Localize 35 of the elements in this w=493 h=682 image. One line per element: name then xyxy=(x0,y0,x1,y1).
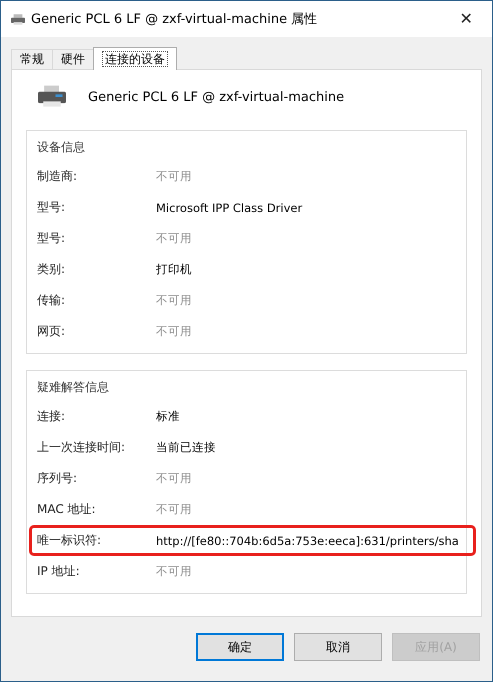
field-label: 传输: xyxy=(37,292,66,309)
printer-icon xyxy=(11,14,25,24)
field-value: 当前已连接 xyxy=(156,440,216,455)
field-label: 型号: xyxy=(37,199,66,216)
field-value: 不可用 xyxy=(156,293,192,308)
tab[interactable]: 连接的设备 xyxy=(93,47,177,70)
field-value: http://[fe80::704b:6d5a:753e:eeca]:631/printers/sha xyxy=(156,534,459,548)
field-value: 不可用 xyxy=(156,231,192,246)
field-value: 不可用 xyxy=(156,502,192,517)
field-value: 标准 xyxy=(156,409,180,424)
field-value: Microsoft IPP Class Driver xyxy=(156,200,302,214)
field-label: 序列号: xyxy=(37,470,78,487)
field-label: 上一次连接时间: xyxy=(37,439,126,456)
device-name: Generic PCL 6 LF @ zxf-virtual-machine xyxy=(88,90,344,104)
field-value: 不可用 xyxy=(156,324,192,339)
group-title: 设备信息 xyxy=(37,139,86,156)
field-label: 唯一标识符: xyxy=(37,532,102,549)
field-label: 型号: xyxy=(37,230,66,247)
field-label: 类别: xyxy=(37,261,66,278)
field-value: 打印机 xyxy=(156,262,192,277)
group-title: 疑难解答信息 xyxy=(37,379,110,396)
field-label: 制造商: xyxy=(37,168,78,185)
field-value: 不可用 xyxy=(156,169,192,184)
field-label: 连接: xyxy=(37,408,66,425)
field-value: 不可用 xyxy=(156,471,192,486)
window-title: Generic PCL 6 LF @ zxf-virtual-machine 属性 xyxy=(31,11,318,28)
field-label: 网页: xyxy=(37,323,66,340)
printer-icon xyxy=(38,85,66,109)
tab[interactable]: 常规 xyxy=(11,49,53,69)
dialog-button[interactable]: 确定 xyxy=(196,633,284,661)
field-label: MAC 地址: xyxy=(37,501,97,518)
field-value: 不可用 xyxy=(156,564,192,579)
field-label: IP 地址: xyxy=(37,563,81,580)
close-button[interactable]: ✕ xyxy=(448,4,484,34)
dialog-button[interactable]: 取消 xyxy=(294,633,382,661)
